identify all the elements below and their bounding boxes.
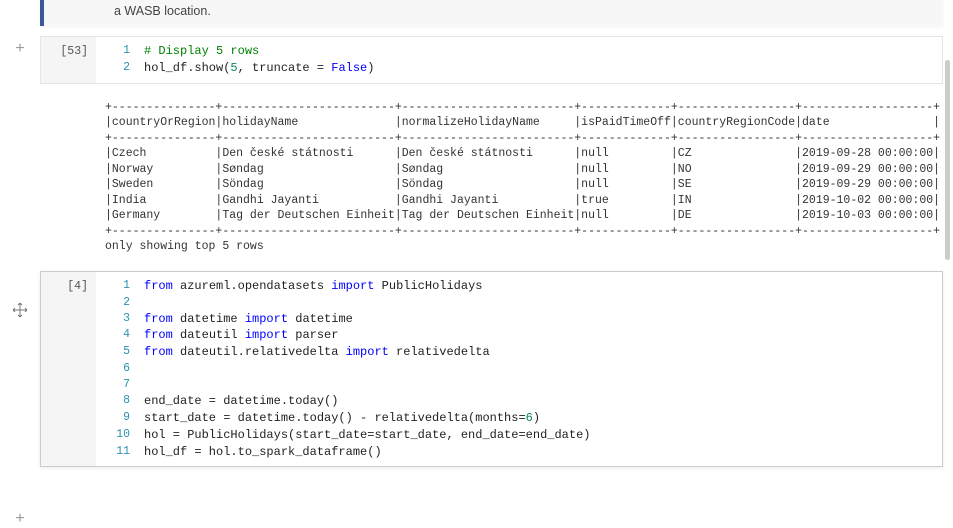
- code-line[interactable]: 5 from dateutil.relativedelta import rela…: [106, 344, 932, 361]
- cell-gutter: +: [0, 26, 40, 58]
- cell-gutter: [0, 298, 40, 323]
- code-text: end_date = datetime.today(): [144, 393, 338, 410]
- markdown-cell-partial: a WASB location.: [40, 0, 943, 26]
- line-number: 9: [106, 410, 130, 427]
- line-number: 11: [106, 444, 130, 461]
- code-line[interactable]: 6: [106, 361, 932, 377]
- line-number: 2: [106, 295, 130, 311]
- code-text: from datetime import datetime: [144, 311, 353, 328]
- line-number: 1: [106, 278, 130, 295]
- code-cell[interactable]: [4] 1 from azureml.opendatasets import Pu…: [40, 271, 943, 468]
- code-line[interactable]: 2: [106, 295, 932, 311]
- line-number: 8: [106, 393, 130, 410]
- line-number: 3: [106, 311, 130, 328]
- code-line[interactable]: 7: [106, 377, 932, 393]
- move-cell-icon[interactable]: [12, 302, 28, 323]
- execution-count: [53]: [41, 37, 96, 83]
- code-line[interactable]: 1 # Display 5 rows: [106, 43, 932, 60]
- code-cell[interactable]: [53] 1 # Display 5 rows 2 hol_df.show(5, tr…: [40, 36, 943, 84]
- code-text: start_date = datetime.today() - relative…: [144, 410, 540, 427]
- code-line[interactable]: 2 hol_df.show(5, truncate = False): [106, 60, 932, 77]
- code-line[interactable]: 3 from datetime import datetime: [106, 311, 932, 328]
- scrollbar-thumb[interactable]: [945, 60, 950, 260]
- code-text: hol = PublicHolidays(start_date=start_da…: [144, 427, 590, 444]
- code-line[interactable]: 10 hol = PublicHolidays(start_date=start_…: [106, 427, 932, 444]
- line-number: 7: [106, 377, 130, 393]
- code-line[interactable]: 11 hol_df = hol.to_spark_dataframe(): [106, 444, 932, 461]
- code-line[interactable]: 4 from dateutil import parser: [106, 327, 932, 344]
- code-text: # Display 5 rows: [144, 43, 259, 60]
- line-number: 2: [106, 60, 130, 77]
- code-text: from azureml.opendatasets import PublicH…: [144, 278, 483, 295]
- code-text: hol_df = hol.to_spark_dataframe(): [144, 444, 382, 461]
- markdown-text: a WASB location.: [114, 4, 211, 18]
- cell-gutter: +: [0, 496, 40, 528]
- code-text: hol_df.show(5, truncate = False): [144, 60, 374, 77]
- code-editor[interactable]: 1 # Display 5 rows 2 hol_df.show(5, truncat…: [96, 37, 942, 83]
- code-line[interactable]: 9 start_date = datetime.today() - relativ…: [106, 410, 932, 427]
- cell-output: +---------------+-----------------------…: [40, 94, 943, 261]
- line-number: 6: [106, 361, 130, 377]
- line-number: 1: [106, 43, 130, 60]
- code-text: from dateutil import parser: [144, 327, 338, 344]
- code-text: from dateutil.relativedelta import relat…: [144, 344, 490, 361]
- line-number: 10: [106, 427, 130, 444]
- add-cell-icon[interactable]: +: [15, 510, 24, 528]
- code-line[interactable]: 8 end_date = datetime.today(): [106, 393, 932, 410]
- line-number: 5: [106, 344, 130, 361]
- code-line[interactable]: 1 from azureml.opendatasets import Public…: [106, 278, 932, 295]
- line-number: 4: [106, 327, 130, 344]
- execution-count: [4]: [41, 272, 96, 467]
- add-cell-icon[interactable]: +: [15, 40, 24, 58]
- code-editor[interactable]: 1 from azureml.opendatasets import Public…: [96, 272, 942, 467]
